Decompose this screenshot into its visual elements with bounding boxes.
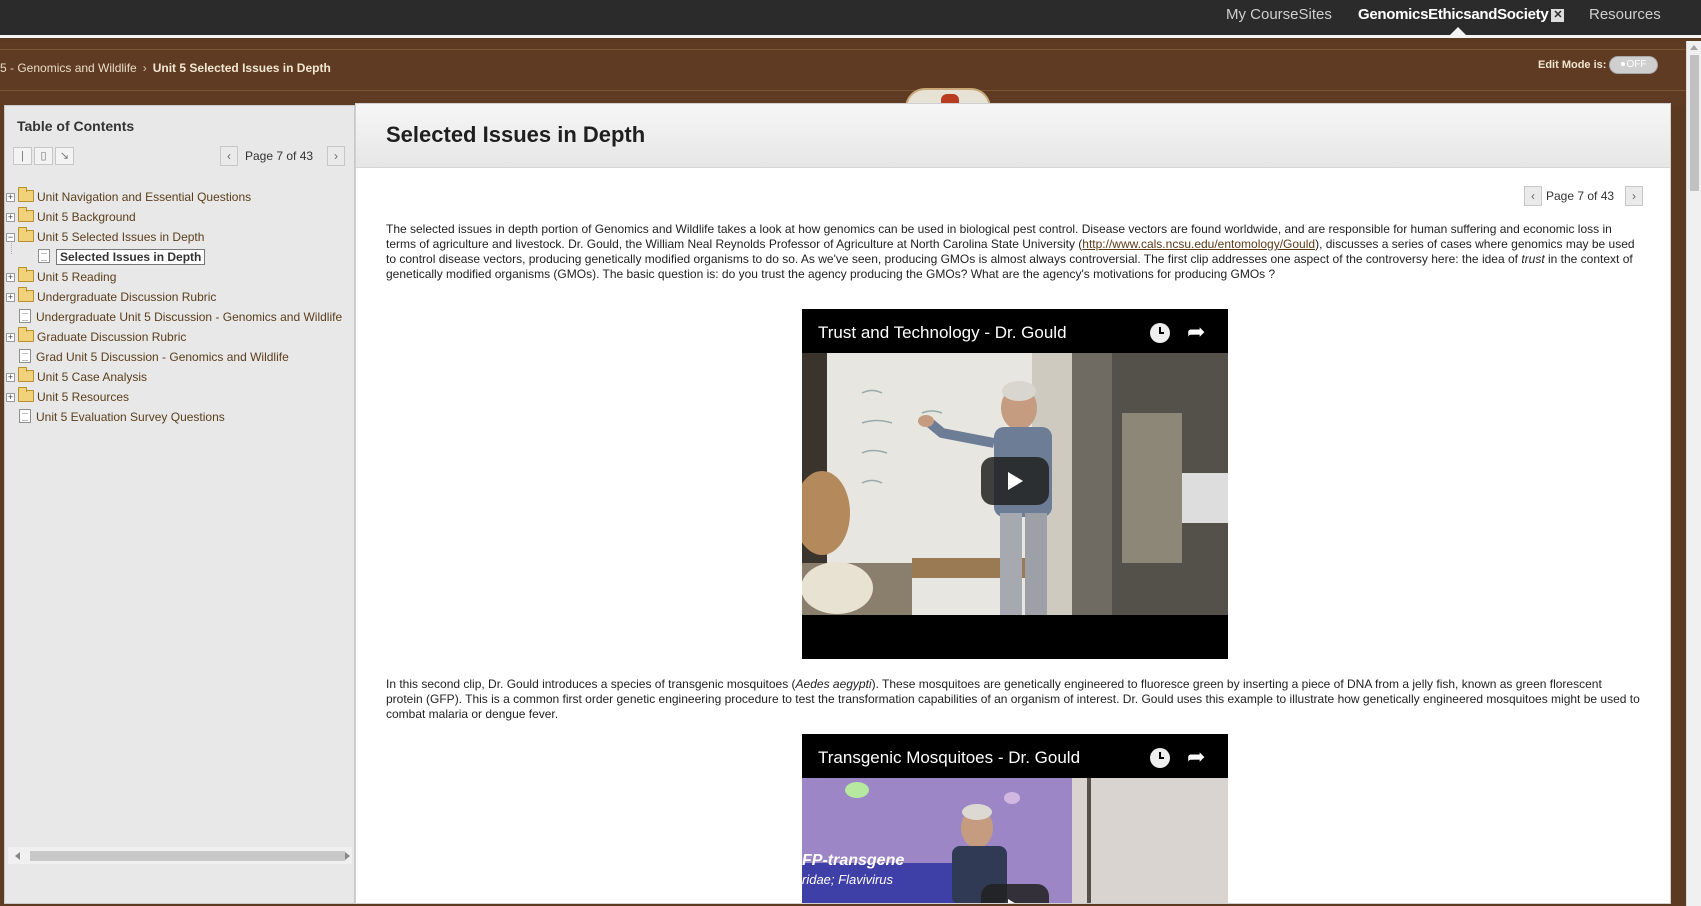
course-name: GenomicsEthicsandSociety xyxy=(1358,6,1549,23)
active-tab-indicator xyxy=(1447,27,1469,38)
toc-item[interactable]: + Graduate Discussion Rubric xyxy=(5,327,356,346)
nav-resources[interactable]: Resources xyxy=(1589,6,1661,23)
play-button-icon[interactable] xyxy=(981,457,1049,505)
page-icon xyxy=(19,349,31,363)
video-slide-text: FP-transgene xyxy=(802,852,905,869)
folder-icon xyxy=(18,327,34,342)
content-pager: ‹ Page 7 of 43 › xyxy=(1524,186,1644,206)
page-icon xyxy=(38,249,50,263)
toc-item[interactable]: Undergraduate Unit 5 Discussion - Genomi… xyxy=(5,308,356,326)
video-player-trust[interactable]: Trust and Technology - Dr. Gould ➦ xyxy=(802,309,1228,659)
video-player-mosquitoes[interactable]: FP-transgene ridae; Flavivirus Transgeni… xyxy=(802,734,1228,903)
video-slide-subtext: ridae; Flavivirus xyxy=(802,872,894,887)
toc-item[interactable]: Unit 5 Evaluation Survey Questions xyxy=(5,408,356,426)
toc-item[interactable]: Grad Unit 5 Discussion - Genomics and Wi… xyxy=(5,348,356,366)
toc-page-indicator: Page 7 of 43 xyxy=(245,149,314,163)
folder-icon xyxy=(18,387,34,402)
toc-horizontal-scrollbar[interactable] xyxy=(8,847,352,864)
toc-item[interactable]: + Unit 5 Background xyxy=(5,207,356,226)
page-indicator: Page 7 of 43 xyxy=(1546,189,1615,203)
folder-open-icon xyxy=(18,227,34,242)
expand-icon[interactable]: + xyxy=(6,293,15,302)
page-icon xyxy=(19,309,31,323)
next-page-button[interactable]: › xyxy=(1625,186,1643,206)
share-icon[interactable]: ➦ xyxy=(1187,319,1205,345)
scroll-left-icon[interactable] xyxy=(15,852,20,860)
breadcrumb: 5 - Genomics and Wildlife › Unit 5 Selecte… xyxy=(0,61,331,75)
toc-title: Table of Contents xyxy=(17,118,135,134)
folder-icon xyxy=(18,367,34,382)
expand-icon[interactable]: + xyxy=(6,193,15,202)
folder-icon xyxy=(18,267,34,282)
watch-later-icon[interactable] xyxy=(1150,323,1170,343)
toc-item[interactable]: + Unit 5 Reading xyxy=(5,267,356,286)
share-icon[interactable]: ➦ xyxy=(1187,744,1205,770)
toc-popout-icon[interactable]: ↘ xyxy=(55,147,74,165)
toc-collapse-icon[interactable]: | xyxy=(13,147,32,165)
page-vertical-scrollbar[interactable] xyxy=(1686,41,1701,906)
toc-prev-page-button[interactable]: ‹ xyxy=(220,146,238,166)
toc-pager: ‹ Page 7 of 43 › xyxy=(220,146,345,166)
second-paragraph: In this second clip, Dr. Gould introduce… xyxy=(386,677,1640,721)
watch-later-icon[interactable] xyxy=(1150,748,1170,768)
nav-course-tab[interactable]: GenomicsEthicsandSociety ✕ xyxy=(1358,6,1565,23)
expand-icon[interactable]: + xyxy=(6,213,15,222)
content-header: Selected Issues in Depth xyxy=(356,104,1670,168)
video-title[interactable]: Transgenic Mosquitoes - Dr. Gould xyxy=(818,748,1080,768)
toc-item[interactable]: + Unit 5 Case Analysis xyxy=(5,367,356,386)
close-course-icon[interactable]: ✕ xyxy=(1551,9,1565,22)
page-icon xyxy=(19,409,31,423)
collapse-icon[interactable]: − xyxy=(6,233,15,242)
scrollbar-thumb[interactable] xyxy=(30,851,345,861)
edit-mode-label: Edit Mode is: xyxy=(1538,59,1607,71)
toc-item[interactable]: + Undergraduate Discussion Rubric xyxy=(5,287,356,306)
expand-icon[interactable]: + xyxy=(6,333,15,342)
folder-icon xyxy=(18,287,34,302)
toc-expand-icon[interactable]: ▯ xyxy=(34,147,53,165)
folder-icon xyxy=(18,187,34,202)
course-header-band: 5 - Genomics and Wildlife › Unit 5 Selecte… xyxy=(0,41,1686,105)
breadcrumb-current: Unit 5 Selected Issues in Depth xyxy=(152,61,331,75)
intro-paragraph: The selected issues in depth portion of … xyxy=(386,222,1635,281)
toc-item-selected[interactable]: Selected Issues in Depth xyxy=(5,248,356,266)
expand-icon[interactable]: + xyxy=(6,373,15,382)
video-title[interactable]: Trust and Technology - Dr. Gould xyxy=(818,323,1067,343)
folder-icon xyxy=(18,207,34,222)
prev-page-button[interactable]: ‹ xyxy=(1524,186,1542,206)
expand-icon[interactable]: + xyxy=(6,273,15,282)
top-navigation-bar: My CourseSites GenomicsEthicsandSociety ✕… xyxy=(0,0,1701,38)
toc-item[interactable]: + Unit Navigation and Essential Question… xyxy=(5,187,356,206)
breadcrumb-separator: › xyxy=(142,61,147,75)
content-panel: Selected Issues in Depth ‹ Page 7 of 43 … xyxy=(355,103,1671,904)
toc-item[interactable]: + Unit 5 Resources xyxy=(5,387,356,406)
expand-icon[interactable]: + xyxy=(6,393,15,402)
toc-item[interactable]: − Unit 5 Selected Issues in Depth xyxy=(5,227,356,246)
edit-mode-state: OFF xyxy=(1626,59,1647,70)
table-of-contents-panel: Table of Contents | ▯ ↘ ‹ Page 7 of 43 ›… xyxy=(4,105,355,904)
play-button-icon[interactable] xyxy=(981,884,1049,903)
toc-next-page-button[interactable]: › xyxy=(327,146,345,166)
nav-my-coursesites[interactable]: My CourseSites xyxy=(1226,6,1332,23)
edit-mode-toggle[interactable]: OFF xyxy=(1609,56,1658,74)
page-title: Selected Issues in Depth xyxy=(386,122,646,147)
scroll-right-icon[interactable] xyxy=(345,852,350,860)
scroll-up-icon[interactable] xyxy=(1690,45,1698,50)
gould-link[interactable]: http://www.cals.ncsu.edu/entomology/Goul… xyxy=(1082,237,1315,251)
scrollbar-thumb[interactable] xyxy=(1690,55,1699,191)
breadcrumb-parent[interactable]: 5 - Genomics and Wildlife xyxy=(0,61,137,75)
